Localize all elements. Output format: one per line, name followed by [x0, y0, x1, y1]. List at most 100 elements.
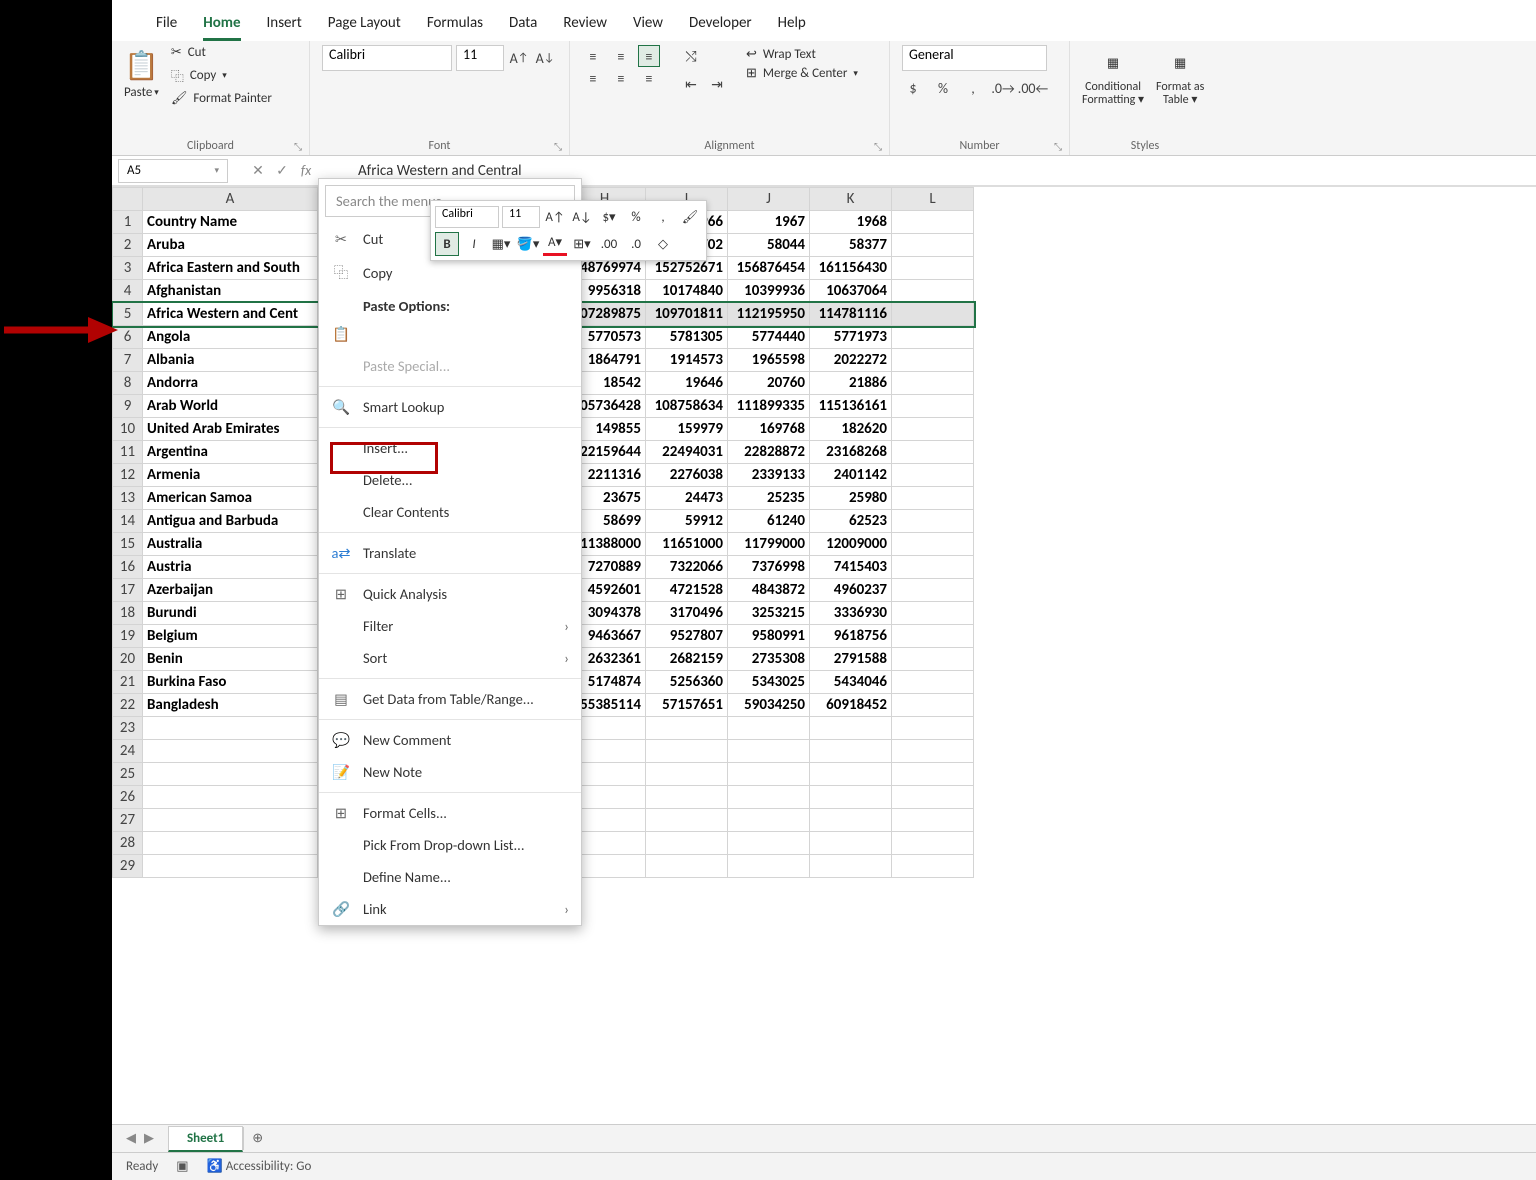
cell[interactable]: 4960237 — [810, 579, 892, 602]
italic-icon[interactable]: I — [462, 232, 486, 256]
cell[interactable]: 62523 — [810, 510, 892, 533]
row-header[interactable]: 12 — [113, 464, 143, 487]
cell[interactable]: Aruba — [143, 234, 318, 257]
cell[interactable]: 115136161 — [810, 395, 892, 418]
menu-insert[interactable]: Insert... — [319, 432, 581, 464]
menu-translate[interactable]: a⇄Translate — [319, 537, 581, 569]
decrease-indent-icon[interactable]: ⇤ — [680, 73, 702, 95]
menu-smart-lookup[interactable]: 🔍Smart Lookup — [319, 391, 581, 423]
tab-review[interactable]: Review — [563, 8, 607, 41]
wrap-text-button[interactable]: ↩Wrap Text — [746, 45, 858, 64]
cell[interactable]: 10174840 — [646, 280, 728, 303]
cell[interactable]: Benin — [143, 648, 318, 671]
cell[interactable]: 25980 — [810, 487, 892, 510]
cell[interactable]: 21886 — [810, 372, 892, 395]
tab-home[interactable]: Home — [203, 8, 240, 41]
bold-icon[interactable]: B — [435, 232, 459, 256]
row-header[interactable]: 20 — [113, 648, 143, 671]
row-header[interactable]: 16 — [113, 556, 143, 579]
cell[interactable]: 19646 — [646, 372, 728, 395]
accessibility-status[interactable]: ♿ Accessibility: Go — [207, 1159, 312, 1174]
clear-format-icon[interactable]: ◇ — [651, 232, 675, 256]
menu-quick-analysis[interactable]: ⊞Quick Analysis — [319, 578, 581, 610]
mini-font-family[interactable]: Calibri — [435, 206, 499, 228]
cell[interactable] — [892, 211, 974, 234]
cell[interactable]: Albania — [143, 349, 318, 372]
cell[interactable]: Africa Western and Cent — [143, 303, 318, 326]
cell[interactable]: 109701811 — [646, 303, 728, 326]
cell[interactable]: Arab World — [143, 395, 318, 418]
column-header[interactable]: A — [143, 188, 318, 211]
cell[interactable]: 112195950 — [728, 303, 810, 326]
cell[interactable] — [892, 533, 974, 556]
cell[interactable]: 22828872 — [728, 441, 810, 464]
column-header[interactable]: J — [728, 188, 810, 211]
cell[interactable] — [646, 763, 728, 786]
cell[interactable] — [892, 809, 974, 832]
row-header[interactable]: 18 — [113, 602, 143, 625]
cell[interactable] — [646, 855, 728, 878]
align-middle-icon[interactable]: ≡ — [610, 45, 632, 67]
cell[interactable]: 11799000 — [728, 533, 810, 556]
cell[interactable]: 2735308 — [728, 648, 810, 671]
row-header[interactable]: 25 — [113, 763, 143, 786]
format-painter-button[interactable]: 🖌 Format Painter — [171, 91, 272, 106]
tab-page-layout[interactable]: Page Layout — [328, 8, 401, 41]
percent-icon[interactable]: % — [932, 77, 954, 99]
font-family-select[interactable]: Calibri — [322, 45, 452, 71]
copy-button[interactable]: ⿻ Copy ▾ — [171, 66, 272, 85]
merge-center-button[interactable]: ⊞Merge & Center ▾ — [746, 64, 858, 83]
cell[interactable]: 5774440 — [728, 326, 810, 349]
cell[interactable] — [143, 809, 318, 832]
cell[interactable]: 2022272 — [810, 349, 892, 372]
decrease-font-icon[interactable]: A↓ — [534, 47, 556, 69]
cell[interactable]: 2791588 — [810, 648, 892, 671]
increase-font-icon[interactable]: A↑ — [508, 47, 530, 69]
cell[interactable] — [728, 786, 810, 809]
decrease-decimal-icon[interactable]: .0 — [624, 232, 648, 256]
cell[interactable]: 10399936 — [728, 280, 810, 303]
cell[interactable] — [646, 786, 728, 809]
menu-clear-contents[interactable]: Clear Contents — [319, 496, 581, 528]
menu-define-name[interactable]: Define Name... — [319, 861, 581, 893]
tab-formulas[interactable]: Formulas — [427, 8, 483, 41]
cell[interactable]: 57157651 — [646, 694, 728, 717]
column-header[interactable]: L — [892, 188, 974, 211]
row-header[interactable]: 1 — [113, 211, 143, 234]
format-painter-icon[interactable]: 🖌 — [678, 205, 702, 229]
cell[interactable]: Afghanistan — [143, 280, 318, 303]
select-all-corner[interactable] — [113, 188, 143, 211]
menu-format-cells[interactable]: ⊞Format Cells... — [319, 797, 581, 829]
name-box[interactable]: A5▾ — [118, 159, 228, 183]
cell[interactable]: 25235 — [728, 487, 810, 510]
cell[interactable] — [892, 740, 974, 763]
cell[interactable] — [892, 717, 974, 740]
cell[interactable]: 156876454 — [728, 257, 810, 280]
comma-icon[interactable]: , — [651, 205, 675, 229]
cell[interactable] — [892, 556, 974, 579]
cell[interactable]: 20760 — [728, 372, 810, 395]
accounting-icon[interactable]: $▾ — [597, 205, 621, 229]
cell[interactable]: 24473 — [646, 487, 728, 510]
sheet-tab[interactable]: Sheet1 — [168, 1126, 243, 1152]
tab-insert[interactable]: Insert — [267, 8, 302, 41]
cell[interactable] — [810, 717, 892, 740]
cell[interactable] — [892, 464, 974, 487]
cell[interactable]: 4721528 — [646, 579, 728, 602]
cell[interactable]: 22494031 — [646, 441, 728, 464]
menu-sort[interactable]: Sort› — [319, 642, 581, 674]
row-header[interactable]: 7 — [113, 349, 143, 372]
dialog-launcher-icon[interactable]: ⤡ — [874, 140, 886, 152]
cell[interactable] — [143, 763, 318, 786]
cell[interactable]: 10637064 — [810, 280, 892, 303]
cell[interactable]: 1968 — [810, 211, 892, 234]
cell[interactable]: 5256360 — [646, 671, 728, 694]
cell[interactable] — [728, 763, 810, 786]
cell[interactable]: Antigua and Barbuda — [143, 510, 318, 533]
cell[interactable]: 61240 — [728, 510, 810, 533]
menu-pick-list[interactable]: Pick From Drop-down List... — [319, 829, 581, 861]
cell[interactable]: 114781116 — [810, 303, 892, 326]
row-header[interactable]: 29 — [113, 855, 143, 878]
row-header[interactable]: 27 — [113, 809, 143, 832]
cell[interactable]: Armenia — [143, 464, 318, 487]
